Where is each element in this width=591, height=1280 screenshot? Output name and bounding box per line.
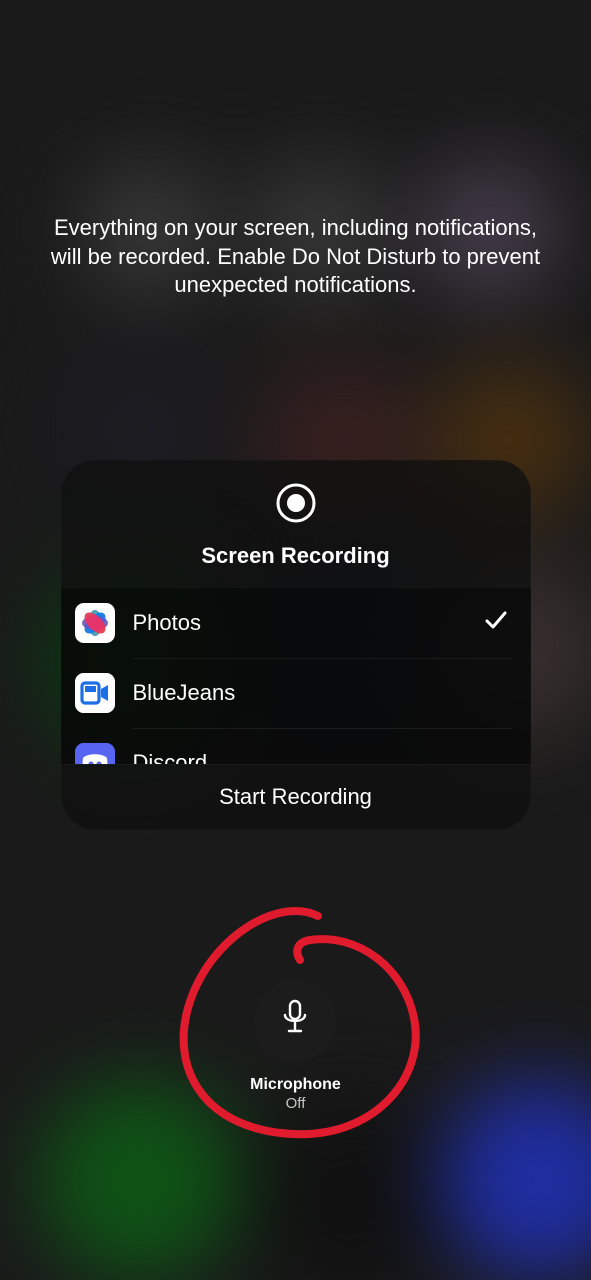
app-label: BlueJeans bbox=[133, 680, 509, 706]
bluejeans-app-icon bbox=[75, 673, 115, 713]
discord-app-icon bbox=[75, 743, 115, 764]
microphone-icon bbox=[280, 999, 310, 1042]
app-row-photos[interactable]: Photos bbox=[61, 588, 531, 658]
record-icon bbox=[275, 482, 317, 529]
microphone-labels: Microphone Off bbox=[250, 1076, 341, 1112]
panel-header: Screen Recording bbox=[61, 460, 531, 587]
microphone-label: Microphone bbox=[250, 1076, 341, 1094]
checkmark-icon bbox=[483, 607, 509, 638]
start-recording-button[interactable]: Start Recording bbox=[61, 764, 531, 830]
photos-app-icon bbox=[75, 603, 115, 643]
start-recording-label: Start Recording bbox=[219, 784, 372, 810]
app-row-bluejeans[interactable]: BlueJeans bbox=[61, 658, 531, 728]
microphone-toggle[interactable]: Microphone Off bbox=[250, 980, 341, 1112]
app-label: Discord bbox=[133, 750, 509, 764]
microphone-status: Off bbox=[250, 1095, 341, 1112]
microphone-button[interactable] bbox=[254, 980, 336, 1062]
app-destination-list[interactable]: Photos BlueJeans bbox=[61, 587, 531, 764]
recording-disclaimer-text: Everything on your screen, including not… bbox=[46, 214, 546, 300]
panel-title: Screen Recording bbox=[201, 543, 389, 569]
screen-recording-panel: Screen Recording bbox=[61, 460, 531, 830]
app-label: Photos bbox=[133, 610, 465, 636]
app-row-discord[interactable]: Discord bbox=[61, 728, 531, 764]
